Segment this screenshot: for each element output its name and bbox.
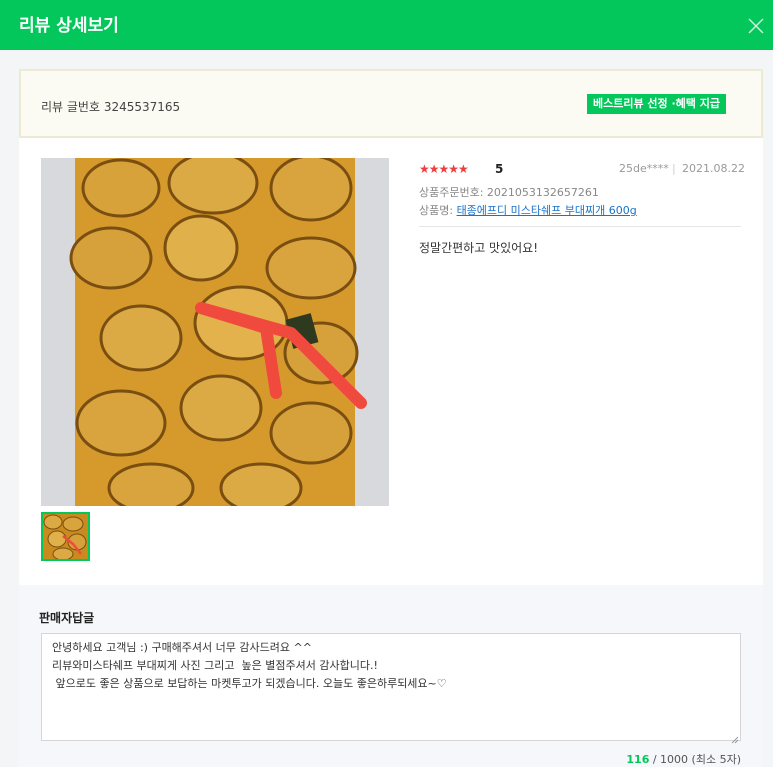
modal-body: 리뷰 글번호 3245537165 베스트리뷰 선정 ·혜택 지급 ★★★★★ … — [0, 50, 773, 767]
order-number: 상품주문번호: 2021053132657261 — [419, 186, 599, 199]
review-card: 리뷰 글번호 3245537165 베스트리뷰 선정 ·혜택 지급 ★★★★★ … — [19, 69, 763, 767]
review-date: 2021.08.22 — [682, 162, 745, 175]
char-limit: / 1000 (최소 5자) — [649, 753, 741, 766]
rating-score: 5 — [495, 162, 504, 176]
close-icon[interactable] — [746, 16, 766, 36]
product-link[interactable]: 태종에프디 미스타쉐프 부대찌개 600g — [457, 204, 637, 217]
best-review-badge: 베스트리뷰 선정 ·혜택 지급 — [587, 94, 726, 114]
review-text: 정말간편하고 맛있어요! — [419, 241, 539, 255]
review-photo[interactable] — [41, 158, 389, 506]
divider — [419, 226, 741, 227]
product-name-row: 상품명: 태종에프디 미스타쉐프 부대찌개 600g — [419, 202, 637, 218]
modal-title: 리뷰 상세보기 — [19, 16, 119, 36]
rating-stars: ★★★★★ — [419, 162, 469, 176]
resize-grip-icon[interactable] — [729, 729, 739, 744]
reviewer-id: 25de**** — [619, 162, 669, 175]
seller-reply-title: 판매자답글 — [39, 611, 95, 625]
review-meta-bar: 리뷰 글번호 3245537165 베스트리뷰 선정 ·혜택 지급 — [19, 69, 763, 138]
seller-reply-input[interactable]: 안녕하세요 고객님 :) 구매해주셔서 너무 감사드려요 ^^ 리뷰와미스타쉐프… — [41, 633, 741, 741]
photo-thumbnail[interactable] — [41, 512, 90, 561]
char-count: 116 — [626, 753, 650, 766]
modal-header: 리뷰 상세보기 — [0, 0, 773, 50]
food-photo-thumbnail — [43, 514, 88, 559]
seller-reply-section: 판매자답글 안녕하세요 고객님 :) 구매해주셔서 너무 감사드려요 ^^ 리뷰… — [19, 585, 763, 767]
char-counter: 116 / 1000 (최소 5자) — [626, 751, 741, 767]
meta-separator: | — [672, 162, 676, 175]
product-label: 상품명: — [419, 204, 457, 217]
food-photo — [41, 158, 389, 506]
review-number: 리뷰 글번호 3245537165 — [41, 100, 181, 114]
